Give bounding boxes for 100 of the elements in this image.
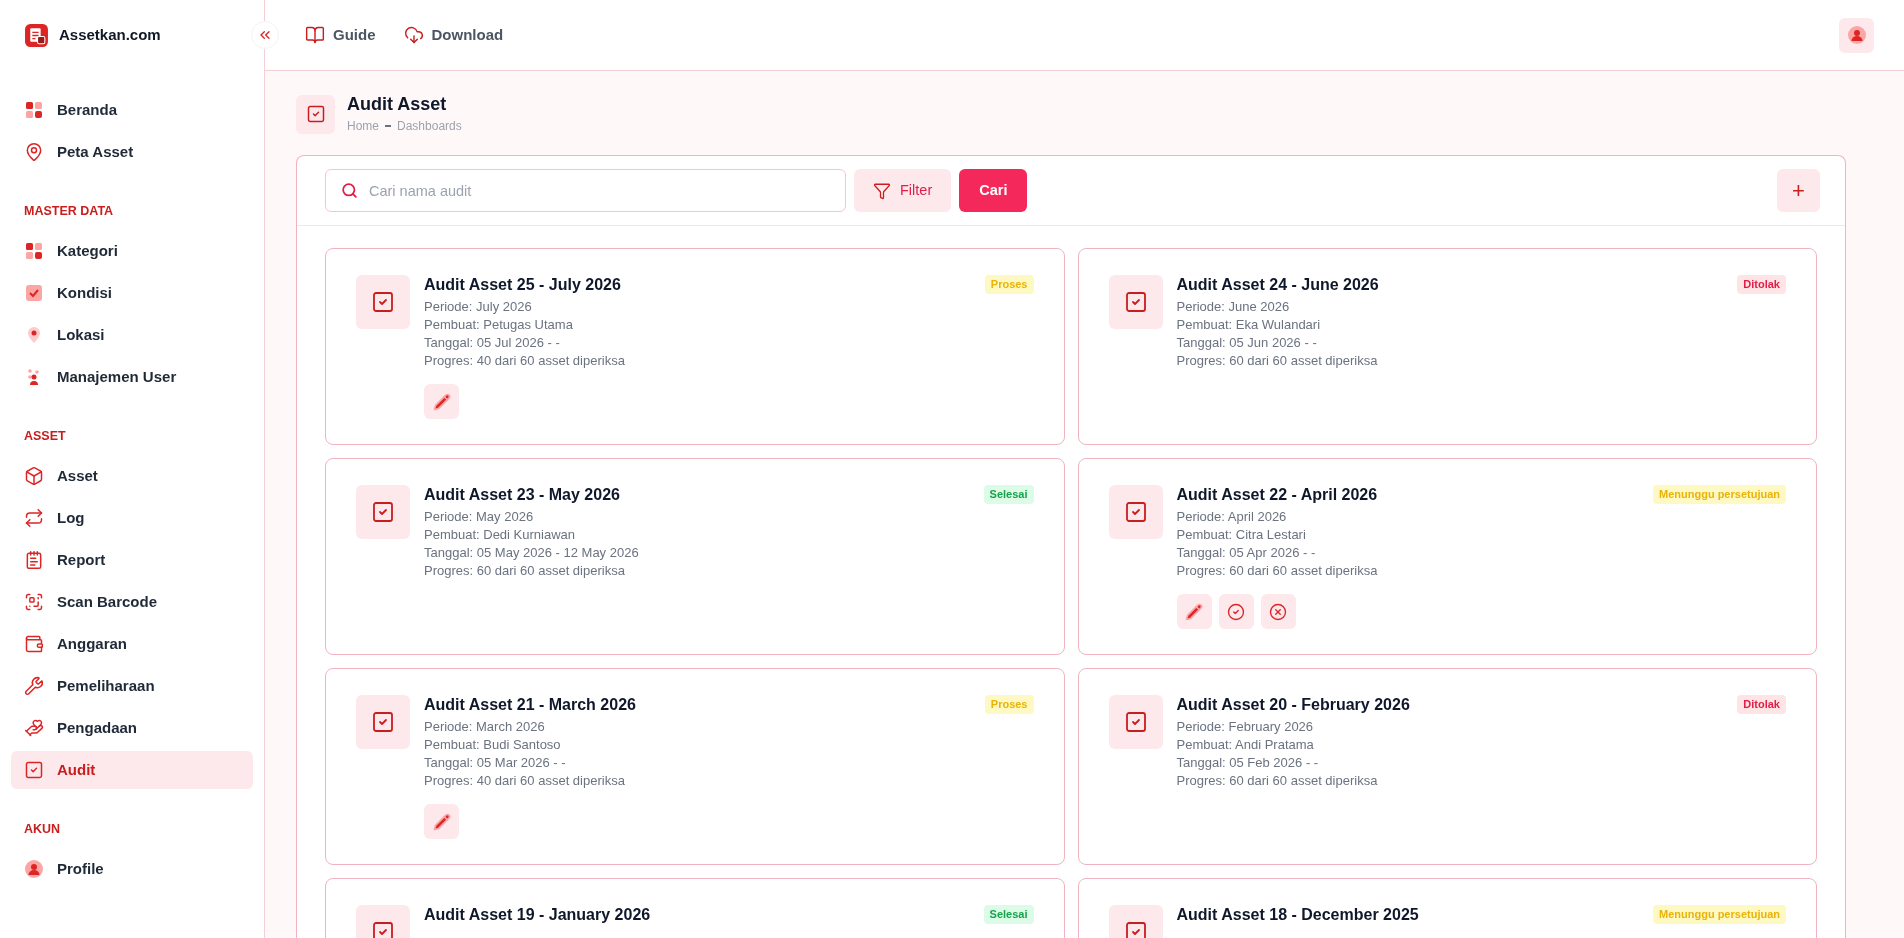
audit-card[interactable]: Audit Asset 20 - February 2026 Ditolak Periode: February 2026 Pembuat: Andi Pratama Tanggal: 05 Feb 2026 - - Progres: 60 dari 60 asset diperiksa [1077, 668, 1817, 865]
audit-detail: Progres: 60 dari 60 asset diperiksa [424, 562, 626, 580]
funnel-icon [873, 181, 891, 200]
audit-card[interactable]: Audit Asset 23 - May 2026 Selesai Periode: May 2026 Pembuat: Dedi Kurniawan Tanggal: 05 May 2026 - 12 May 2026 Progres: 60 dari 60 asset diperiksa [325, 458, 1065, 655]
check-square-icon [24, 283, 44, 303]
search-field[interactable]: Cari nama audit [325, 169, 846, 212]
audit-detail: Pembuat: Budi Santoso [424, 736, 562, 754]
audit-detail: Tanggal: 05 Apr 2026 - - [1176, 544, 1317, 562]
sidebar-item[interactable]: Beranda [11, 91, 253, 129]
audit-card[interactable]: Audit Asset 18 - December 2025 Menunggu persetujuan [1077, 878, 1817, 938]
top-link[interactable]: Guide [305, 23, 376, 47]
audit-detail: Pembuat: Petugas Utama [424, 316, 574, 334]
audit-title: Audit Asset 18 - December 2025 [1176, 905, 1419, 925]
check-square-icon [24, 760, 44, 780]
check-square-icon [371, 500, 395, 524]
audit-card[interactable]: Audit Asset 21 - March 2026 Proses Periode: March 2026 Pembuat: Budi Santoso Tanggal: 05 Mar 2026 - - Progres: 40 dari 60 asset diperiksa [325, 668, 1065, 865]
check-square-icon [371, 710, 395, 734]
sidebar-item[interactable]: Scan Barcode [11, 583, 253, 621]
audit-title: Audit Asset 20 - February 2026 [1176, 695, 1410, 715]
audit-detail: Progres: 60 dari 60 asset diperiksa [1176, 562, 1379, 580]
reject-button[interactable] [1260, 594, 1296, 629]
grid-icon [24, 241, 44, 261]
check-square-icon [1123, 290, 1148, 314]
box-icon [24, 466, 44, 486]
audit-card[interactable]: Audit Asset 22 - April 2026 Menunggu persetujuan Periode: April 2026 Pembuat: Citra Lestari Tanggal: 05 Apr 2026 - - Progres: 60 dari 60 asset diperiksa [1077, 458, 1817, 655]
profile-button[interactable] [1839, 17, 1874, 53]
clipboard-logo-icon [24, 22, 49, 48]
status-badge: Ditolak [1737, 695, 1786, 714]
status-badge: Proses [984, 695, 1034, 714]
sidebar-item[interactable]: Pengadaan [11, 709, 253, 747]
status-badge: Proses [984, 275, 1034, 294]
audit-card[interactable]: Audit Asset 24 - June 2026 Ditolak Periode: June 2026 Pembuat: Eka Wulandari Tanggal: 05 Jun 2026 - - Progres: 60 dari 60 asset diperiksa [1077, 248, 1817, 445]
audit-detail: Pembuat: Andi Pratama [1176, 736, 1315, 754]
grid-icon [24, 100, 44, 120]
audit-detail: Pembuat: Dedi Kurniawan [424, 526, 577, 544]
audit-title: Audit Asset 23 - May 2026 [424, 485, 620, 505]
status-badge: Ditolak [1737, 275, 1786, 294]
audit-detail: Tanggal: 05 May 2026 - 12 May 2026 [424, 544, 640, 562]
pencil-icon [432, 812, 451, 831]
filter-button[interactable]: Filter [854, 169, 952, 212]
sidebar-item[interactable]: Anggaran [11, 625, 253, 663]
audit-detail: Periode: April 2026 [1176, 508, 1288, 526]
audit-detail: Periode: July 2026 [424, 298, 533, 316]
top-link[interactable]: Download [403, 23, 504, 47]
user-icon [24, 859, 44, 879]
sidebar-item[interactable]: Audit [11, 751, 253, 789]
x-circle-icon [1269, 602, 1287, 621]
status-badge: Selesai [983, 905, 1034, 924]
page-title: Audit Asset [347, 93, 448, 115]
sidebar-item[interactable]: Kategori [11, 232, 253, 270]
status-badge: Selesai [983, 485, 1034, 504]
audit-detail: Pembuat: Citra Lestari [1176, 526, 1307, 544]
wallet-icon [24, 634, 44, 654]
audit-detail: Tanggal: 05 Mar 2026 - - [424, 754, 567, 772]
check-square-icon [371, 290, 395, 314]
edit-button[interactable] [424, 804, 459, 839]
sidebar-item[interactable]: Pemeliharaan [11, 667, 253, 705]
audit-title: Audit Asset 25 - July 2026 [424, 275, 621, 295]
user-icon [1846, 25, 1867, 45]
audit-card[interactable]: Audit Asset 19 - January 2026 Selesai [325, 878, 1065, 938]
repeat-icon [24, 508, 44, 528]
audit-detail: Progres: 40 dari 60 asset diperiksa [424, 352, 626, 370]
edit-button[interactable] [1176, 594, 1212, 629]
audit-detail: Pembuat: Eka Wulandari [1176, 316, 1322, 334]
check-square-icon [1123, 710, 1148, 734]
sidebar-item[interactable]: Lokasi [11, 316, 253, 354]
add-button[interactable]: + [1777, 169, 1820, 212]
notepad-icon [24, 550, 44, 570]
sidebar-item[interactable]: Profile [11, 850, 253, 888]
audit-detail: Periode: March 2026 [424, 718, 546, 736]
audit-detail: Tanggal: 05 Jun 2026 - - [1176, 334, 1318, 352]
section-heading: AKUN [23, 821, 62, 839]
sidebar-item[interactable]: Asset [11, 457, 253, 495]
sidebar-item[interactable]: Log [11, 499, 253, 537]
search-icon [341, 182, 358, 199]
pencil-icon [1185, 602, 1203, 621]
audit-detail: Periode: June 2026 [1176, 298, 1291, 316]
audit-detail: Progres: 40 dari 60 asset diperiksa [424, 772, 626, 790]
audit-detail: Progres: 60 dari 60 asset diperiksa [1176, 352, 1379, 370]
check-square-icon [305, 104, 326, 124]
audit-detail: Progres: 60 dari 60 asset diperiksa [1176, 772, 1379, 790]
approve-button[interactable] [1218, 594, 1254, 629]
sidebar-item[interactable]: Report [11, 541, 253, 579]
sidebar-item[interactable]: Peta Asset [11, 133, 253, 171]
sidebar-item[interactable]: Kondisi [11, 274, 253, 312]
sidebar-item[interactable]: Manajemen User [11, 358, 253, 396]
cloud-download-icon [403, 25, 424, 45]
status-badge: Menunggu persetujuan [1653, 905, 1786, 924]
pencil-icon [432, 392, 451, 411]
audit-detail: Periode: May 2026 [424, 508, 535, 526]
qr-scan-icon [24, 592, 44, 612]
audit-detail: Periode: February 2026 [1176, 718, 1315, 736]
edit-button[interactable] [424, 384, 459, 419]
section-heading: ASSET [23, 428, 67, 446]
search-button[interactable]: Cari [959, 169, 1028, 212]
audit-title: Audit Asset 22 - April 2026 [1176, 485, 1378, 505]
audit-detail: Tanggal: 05 Jul 2026 - - [424, 334, 561, 352]
audit-title: Audit Asset 19 - January 2026 [424, 905, 651, 925]
audit-card[interactable]: Audit Asset 25 - July 2026 Proses Periode: July 2026 Pembuat: Petugas Utama Tanggal: 05 Jul 2026 - - Progres: 40 dari 60 asset diperiksa [325, 248, 1065, 445]
check-circle-icon [1227, 602, 1245, 621]
